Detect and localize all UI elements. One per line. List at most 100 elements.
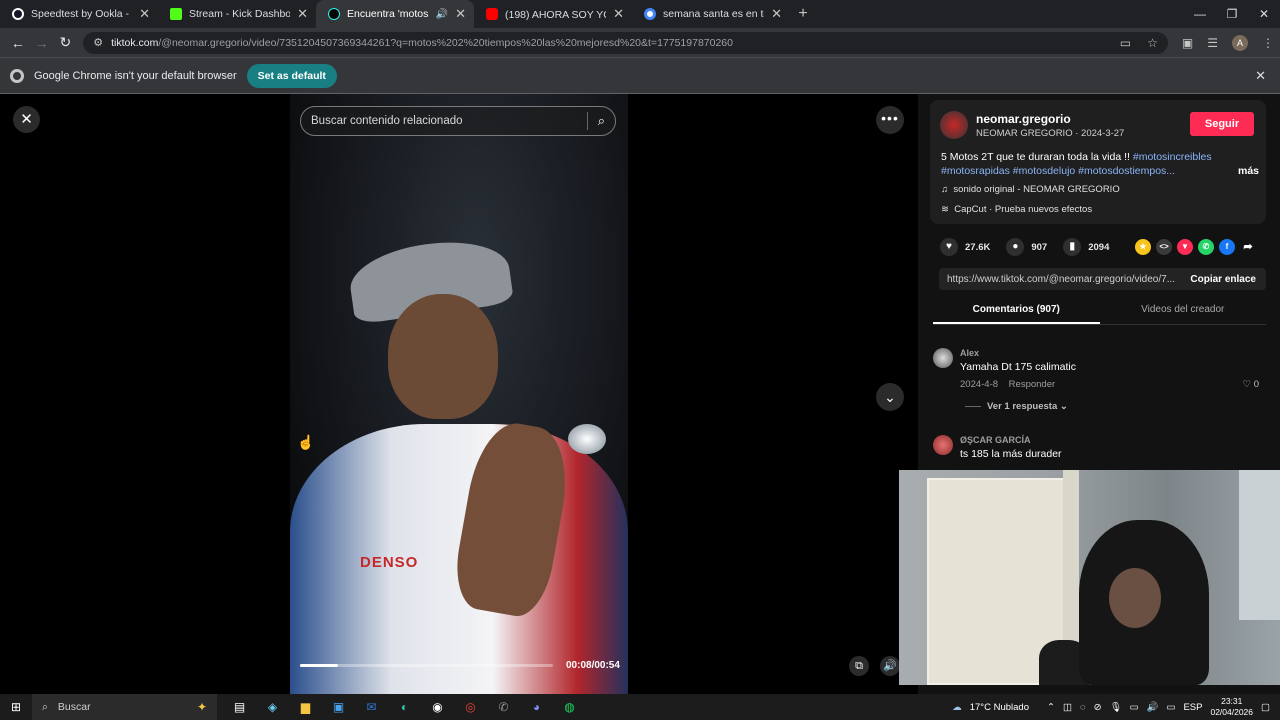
picture-in-picture-icon[interactable]: ⧉ — [849, 656, 869, 676]
outlook-icon[interactable]: ✉ — [355, 700, 388, 714]
taskbar-search[interactable]: ⌕ Buscar ✦ — [32, 694, 217, 720]
related-search-input[interactable]: Buscar contenido relacionado ⌕ — [300, 106, 616, 136]
close-tab-icon[interactable]: ✕ — [139, 6, 150, 22]
minimize-icon[interactable]: — — [1184, 0, 1216, 28]
hashtag-link[interactable]: #motosrapidas #motosdelujo #motosdostiem… — [941, 165, 1175, 177]
clock[interactable]: 23:31 02/04/2026 — [1210, 696, 1253, 718]
edge-icon[interactable]: ◐ — [388, 700, 421, 714]
file-explorer-icon[interactable]: ▆ — [289, 700, 322, 714]
tab-creator-videos[interactable]: Videos del creador — [1100, 299, 1267, 324]
commenter-name[interactable]: Alex — [960, 348, 979, 358]
tray-app-icon[interactable]: ⊘ — [1094, 702, 1102, 713]
infobar-close-icon[interactable]: ✕ — [1255, 68, 1266, 84]
weather-cloud-icon[interactable]: ☁ — [952, 702, 962, 713]
tray-app-icon[interactable]: ◌ — [1080, 702, 1086, 713]
view-replies-button[interactable]: Ver 1 respuesta ⌄ — [965, 401, 1068, 412]
weather-label[interactable]: 17°C Nublado — [970, 702, 1029, 713]
volume-tray-icon[interactable]: 🔊 — [1147, 702, 1159, 713]
heart-outline-icon: ♡ — [1242, 379, 1252, 390]
follow-button[interactable]: Seguir — [1190, 112, 1254, 136]
coin-share-icon[interactable]: ★ — [1135, 239, 1151, 255]
infobar-message: Google Chrome isn't your default browser — [34, 69, 237, 82]
video-progress-bar[interactable] — [300, 664, 553, 667]
network-icon[interactable]: ▭ — [1130, 702, 1139, 713]
commenter-avatar[interactable] — [933, 435, 953, 455]
microphone-icon[interactable]: 🎙 — [1110, 702, 1122, 713]
spotify-icon[interactable]: ◍ — [553, 700, 586, 714]
video-frame-light — [568, 424, 606, 454]
notification-icon[interactable]: ▢ — [1261, 702, 1270, 713]
comment-button[interactable]: ● 907 — [1006, 238, 1047, 256]
tab-comments[interactable]: Comentarios (907) — [933, 299, 1100, 324]
author-avatar[interactable] — [940, 111, 968, 139]
site-info-icon[interactable]: ⚙ — [93, 36, 103, 49]
tiktok-share-icon[interactable]: ▼ — [1177, 239, 1193, 255]
tab-youtube[interactable]: (198) AHORA SOY YO ⬛ - El A ✕ — [474, 0, 632, 28]
set-default-button[interactable]: Set as default — [246, 63, 337, 88]
restore-icon[interactable]: ❐ — [1216, 0, 1248, 28]
tab-tiktok[interactable]: Encuentra 'motos 2 tiempos 🔊 ✕ — [316, 0, 474, 28]
window-controls: — ❐ ✕ — [1184, 0, 1280, 28]
effect-link[interactable]: ≋ CapCut · Prueba nuevos efectos — [941, 204, 1092, 215]
close-tab-icon[interactable]: ✕ — [455, 6, 466, 22]
tab-kick[interactable]: Stream - Kick Dashboard ✕ — [158, 0, 316, 28]
more-button[interactable]: más — [1238, 164, 1259, 178]
obs-icon[interactable]: ◉ — [421, 700, 454, 714]
comment-text: ts 185 la más durader — [960, 448, 1062, 460]
windows-start-icon[interactable]: ⊞ — [0, 700, 32, 714]
commenter-name[interactable]: ØŞCAR GARCÍA — [960, 435, 1031, 445]
save-count: 2094 — [1088, 241, 1110, 253]
video-player[interactable]: DENSO — [290, 94, 628, 694]
more-options-button[interactable]: ••• — [876, 106, 904, 134]
facebook-icon[interactable]: f — [1219, 239, 1235, 255]
reading-list-icon[interactable]: ☰ — [1207, 36, 1218, 50]
battery-icon[interactable]: ▭ — [1166, 702, 1175, 713]
url-host: tiktok.com — [111, 36, 159, 49]
discord-icon[interactable]: ◕ — [520, 700, 553, 714]
author-username[interactable]: neomar.gregorio — [976, 112, 1071, 126]
embed-icon[interactable]: <> — [1156, 239, 1172, 255]
store-icon[interactable]: ▣ — [322, 700, 355, 714]
bookmark-star-icon[interactable]: ☆ — [1147, 36, 1158, 50]
close-tab-icon[interactable]: ✕ — [771, 6, 782, 22]
like-button[interactable]: ♥ 27.6K — [940, 238, 990, 256]
close-window-icon[interactable]: ✕ — [1248, 0, 1280, 28]
hashtag-link[interactable]: #motosincreibles — [1133, 151, 1212, 163]
back-icon[interactable]: ← — [6, 35, 30, 51]
extensions-icon[interactable]: ▣ — [1182, 36, 1193, 50]
forward-icon[interactable]: → — [30, 35, 54, 51]
tab-speedtest[interactable]: Speedtest by Ookla - The Global ✕ — [0, 0, 158, 28]
tab-strip: Speedtest by Ookla - The Global ✕ Stream… — [0, 0, 1280, 28]
commenter-avatar[interactable] — [933, 348, 953, 368]
profile-avatar[interactable]: A — [1232, 34, 1249, 51]
tab-google[interactable]: semana santa es en todo el mu ✕ — [632, 0, 790, 28]
save-button[interactable]: ▮ 2094 — [1063, 238, 1109, 256]
copilot-icon[interactable]: ◈ — [256, 700, 289, 714]
next-video-button[interactable]: ⌄ — [876, 383, 904, 411]
whatsapp-taskbar-icon[interactable]: ✆ — [487, 700, 520, 714]
search-icon[interactable]: ⌕ — [598, 113, 605, 129]
reply-button[interactable]: Responder — [1009, 379, 1055, 390]
comment-like-button[interactable]: ♡ 0 — [1243, 379, 1259, 390]
reload-icon[interactable]: ↻ — [54, 34, 78, 51]
address-bar[interactable]: ⚙ tiktok.com /@neomar.gregorio/video/735… — [83, 31, 1168, 54]
chrome-icon[interactable]: ◎ — [454, 700, 487, 714]
new-tab-button[interactable]: + — [790, 0, 816, 28]
task-view-icon[interactable]: ▤ — [223, 700, 256, 714]
tab-title: Speedtest by Ookla - The Global — [31, 8, 132, 20]
cast-icon[interactable]: ▭ — [1120, 36, 1131, 50]
close-tab-icon[interactable]: ✕ — [297, 6, 308, 22]
share-arrow-icon[interactable]: ➦ — [1240, 239, 1256, 255]
whatsapp-icon[interactable]: ✆ — [1198, 239, 1214, 255]
copy-link-button[interactable]: Copiar enlace — [1180, 274, 1266, 285]
close-video-button[interactable]: ✕ — [13, 106, 40, 133]
sound-link[interactable]: ♫ sonido original - NEOMAR GREGORIO — [941, 184, 1120, 195]
related-search-placeholder: Buscar contenido relacionado — [311, 115, 463, 127]
speaker-icon[interactable]: 🔊 — [436, 9, 448, 20]
tray-app-icon[interactable]: ◫ — [1063, 702, 1072, 713]
volume-icon[interactable]: 🔊 — [880, 656, 900, 676]
tray-chevron-icon[interactable]: ⌃ — [1047, 702, 1055, 713]
language-indicator[interactable]: ESP — [1183, 702, 1202, 713]
chrome-menu-icon[interactable]: ⋮ — [1262, 36, 1274, 50]
close-tab-icon[interactable]: ✕ — [613, 6, 624, 22]
